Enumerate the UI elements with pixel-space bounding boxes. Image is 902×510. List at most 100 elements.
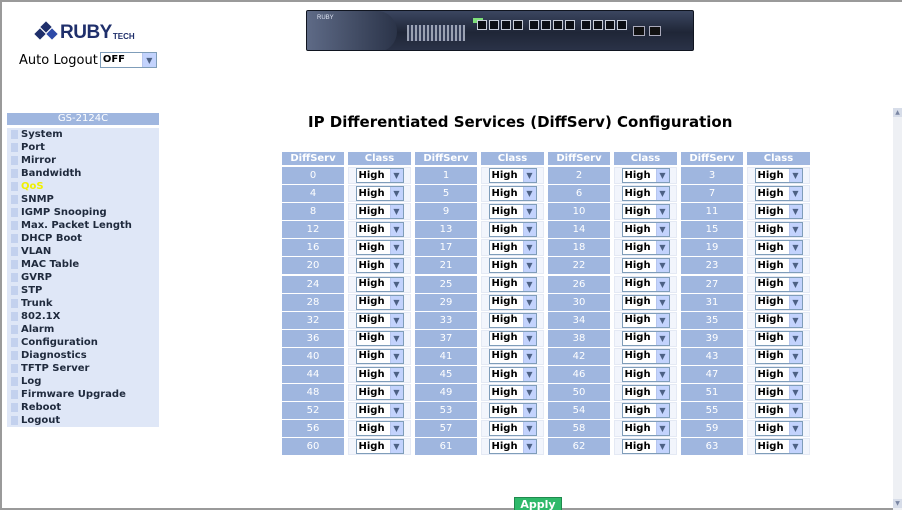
sidebar-item-port[interactable]: Port [7,141,159,154]
class-select[interactable]: High ▼ [355,204,404,220]
sidebar-item-log[interactable]: Log [7,375,159,388]
vertical-scrollbar[interactable] [893,108,902,510]
sidebar-item-qos[interactable]: QoS [7,180,159,193]
class-select[interactable]: High ▼ [488,421,537,437]
class-select[interactable]: High ▼ [754,240,803,256]
sidebar-item-reboot[interactable]: Reboot [7,401,159,414]
class-select[interactable]: High ▼ [488,294,537,310]
scroll-up-arrow-icon[interactable]: ▲ [893,108,902,117]
class-select[interactable]: High ▼ [355,348,404,364]
sidebar-item-tftp-server[interactable]: TFTP Server [7,362,159,375]
class-select[interactable]: High ▼ [621,276,670,292]
sidebar-item-igmp-snooping[interactable]: IGMP Snooping [7,206,159,219]
class-select[interactable]: High ▼ [754,258,803,274]
class-select[interactable]: High ▼ [621,204,670,220]
table-row: 0 High ▼ 1 High ▼ 2 High ▼ 3 High ▼ [282,167,814,184]
class-select[interactable]: High ▼ [488,222,537,238]
class-select[interactable]: High ▼ [754,294,803,310]
sidebar-item-max-packet-length[interactable]: Max. Packet Length [7,219,159,232]
sidebar-item-bandwidth[interactable]: Bandwidth [7,167,159,180]
class-select[interactable]: High ▼ [488,348,537,364]
class-select[interactable]: High ▼ [754,222,803,238]
class-select[interactable]: High ▼ [621,258,670,274]
class-select-value: High [491,386,518,398]
class-select[interactable]: High ▼ [621,312,670,328]
class-select-value: High [624,296,651,308]
class-select[interactable]: High ▼ [621,222,670,238]
class-select[interactable]: High ▼ [355,294,404,310]
class-select[interactable]: High ▼ [355,186,404,202]
class-select[interactable]: High ▼ [488,439,537,455]
class-select[interactable]: High ▼ [621,240,670,256]
sidebar-item-stp[interactable]: STP [7,284,159,297]
class-select[interactable]: High ▼ [754,330,803,346]
class-select[interactable]: High ▼ [754,403,803,419]
class-select-value: High [757,386,784,398]
class-select[interactable]: High ▼ [488,258,537,274]
sidebar-item-system[interactable]: System [7,128,159,141]
class-select[interactable]: High ▼ [488,403,537,419]
class-select[interactable]: High ▼ [355,367,404,383]
class-select[interactable]: High ▼ [754,439,803,455]
class-select[interactable]: High ▼ [488,240,537,256]
sidebar-item-gvrp[interactable]: GVRP [7,271,159,284]
sidebar-item-mirror[interactable]: Mirror [7,154,159,167]
class-select[interactable]: High ▼ [355,385,404,401]
sidebar-item-dhcp-boot[interactable]: DHCP Boot [7,232,159,245]
class-select[interactable]: High ▼ [355,421,404,437]
class-select[interactable]: High ▼ [355,312,404,328]
class-select[interactable]: High ▼ [621,385,670,401]
diffserv-value: 20 [282,257,344,275]
class-select[interactable]: High ▼ [754,186,803,202]
apply-button[interactable]: Apply [514,497,562,510]
class-select[interactable]: High ▼ [488,385,537,401]
class-select[interactable]: High ▼ [621,421,670,437]
class-select[interactable]: High ▼ [355,439,404,455]
sidebar-item-diagnostics[interactable]: Diagnostics [7,349,159,362]
class-select[interactable]: High ▼ [621,330,670,346]
class-select[interactable]: High ▼ [488,312,537,328]
class-select[interactable]: High ▼ [621,367,670,383]
class-select[interactable]: High ▼ [754,168,803,183]
class-select[interactable]: High ▼ [621,168,670,183]
sidebar-item-configuration[interactable]: Configuration [7,336,159,349]
class-select[interactable]: High ▼ [355,168,404,183]
class-select[interactable]: High ▼ [355,240,404,256]
sidebar-item-trunk[interactable]: Trunk [7,297,159,310]
sidebar-item-alarm[interactable]: Alarm [7,323,159,336]
class-select[interactable]: High ▼ [355,403,404,419]
scroll-down-arrow-icon[interactable]: ▼ [893,499,902,508]
auto-logout-select[interactable]: OFF ▼ [99,52,157,68]
class-select[interactable]: High ▼ [754,421,803,437]
class-cell: High ▼ [747,311,810,329]
sidebar-item-mac-table[interactable]: MAC Table [7,258,159,271]
sidebar-item-802-1x[interactable]: 802.1X [7,310,159,323]
class-select[interactable]: High ▼ [754,367,803,383]
class-select[interactable]: High ▼ [488,186,537,202]
class-select[interactable]: High ▼ [754,348,803,364]
class-select[interactable]: High ▼ [488,330,537,346]
chevron-down-icon: ▼ [389,368,403,382]
class-select[interactable]: High ▼ [621,348,670,364]
class-select[interactable]: High ▼ [488,276,537,292]
class-select[interactable]: High ▼ [355,258,404,274]
sidebar-item-firmware-upgrade[interactable]: Firmware Upgrade [7,388,159,401]
class-select[interactable]: High ▼ [355,276,404,292]
class-select[interactable]: High ▼ [355,222,404,238]
class-select-value: High [757,314,784,326]
class-select[interactable]: High ▼ [488,204,537,220]
class-select[interactable]: High ▼ [621,186,670,202]
sidebar-item-logout[interactable]: Logout [7,414,159,427]
sidebar-item-snmp[interactable]: SNMP [7,193,159,206]
class-select[interactable]: High ▼ [621,439,670,455]
class-select[interactable]: High ▼ [754,385,803,401]
class-select[interactable]: High ▼ [488,367,537,383]
sidebar-item-vlan[interactable]: VLAN [7,245,159,258]
class-select[interactable]: High ▼ [488,168,537,183]
class-select[interactable]: High ▼ [754,276,803,292]
class-select[interactable]: High ▼ [754,312,803,328]
class-select[interactable]: High ▼ [621,403,670,419]
class-select[interactable]: High ▼ [621,294,670,310]
class-select[interactable]: High ▼ [754,204,803,220]
class-select[interactable]: High ▼ [355,330,404,346]
